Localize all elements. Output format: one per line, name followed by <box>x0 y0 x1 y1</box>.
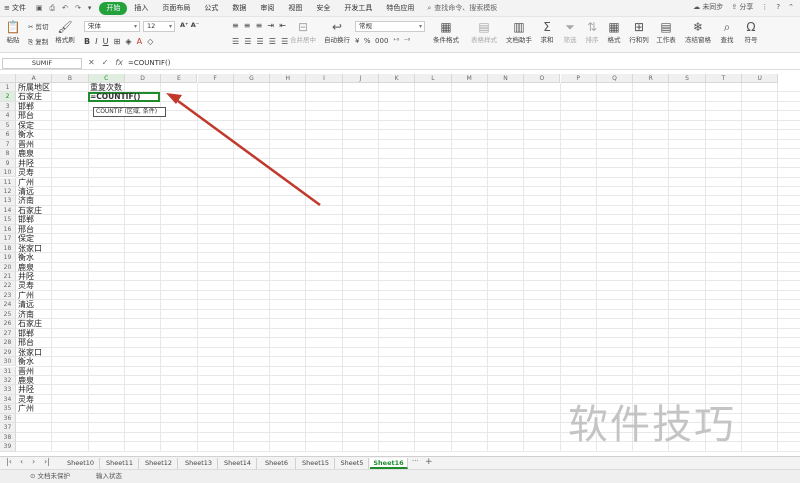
more-sheets-icon[interactable]: ··· <box>412 457 419 465</box>
sheet-tab[interactable]: Sheet10 <box>62 458 100 469</box>
next-sheet-icon[interactable]: › <box>32 457 35 466</box>
protect-label: 文档未保护 <box>37 472 71 480</box>
protect-status[interactable]: ⊙ 文档未保护 <box>30 470 70 483</box>
sheet-tab-bar: |‹ ‹ › ›| Sheet10 Sheet11 Sheet12 Sheet13 Sh… <box>0 456 800 469</box>
add-sheet-icon[interactable]: + <box>425 457 433 467</box>
sheet-tab[interactable]: Sheet6 <box>258 458 296 469</box>
first-sheet-icon[interactable]: |‹ <box>6 457 12 466</box>
input-mode: 输入状态 <box>96 472 122 480</box>
sheet-tab[interactable]: Sheet5 <box>336 458 369 469</box>
sheet-tab[interactable]: Sheet15 <box>297 458 335 469</box>
sheet-tab[interactable]: Sheet13 <box>180 458 218 469</box>
last-sheet-icon[interactable]: ›| <box>44 457 50 466</box>
sheet-tab[interactable]: Sheet16 <box>370 458 408 469</box>
prev-sheet-icon[interactable]: ‹ <box>20 457 23 466</box>
sheet-tab[interactable]: Sheet14 <box>219 458 257 469</box>
sheet-tab[interactable]: Sheet12 <box>140 458 178 469</box>
status-bar: ⊙ 文档未保护 输入状态 <box>0 469 800 483</box>
watermark-text: 软件技巧 <box>568 402 736 448</box>
sheet-tab[interactable]: Sheet11 <box>101 458 139 469</box>
